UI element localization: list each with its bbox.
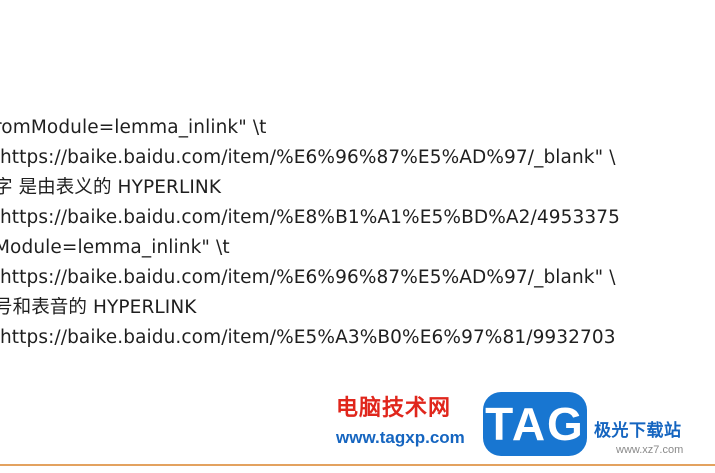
document-line: https://baike.baidu.com/item/%E6%96%87%E…	[0, 147, 616, 168]
bottom-divider	[0, 464, 715, 466]
document-line: https://baike.baidu.com/item/%E8%B1%A1%E…	[0, 207, 620, 228]
watermark-tag-badge: TAG	[483, 392, 587, 456]
document-line: romModule=lemma_inlink" \t	[0, 117, 267, 138]
document-line: https://baike.baidu.com/item/%E6%96%87%E…	[0, 267, 616, 288]
watermark-download-url: www.xz7.com	[616, 444, 684, 456]
watermark-site: 电脑技术网 www.tagxp.com	[336, 396, 465, 448]
watermark-download-name: 极光下载站	[594, 421, 682, 441]
document-line: 号和表音的 HYPERLINK	[0, 297, 197, 318]
watermark-download-site: 极光下载站 www.xz7.com	[594, 420, 683, 456]
watermark-site-name: 电脑技术网	[336, 396, 452, 421]
document-line: Module=lemma_inlink" \t	[0, 237, 230, 258]
document-line: https://baike.baidu.com/item/%E5%A3%B0%E…	[0, 327, 616, 348]
document-line: 字 是由表义的 HYPERLINK	[0, 177, 222, 198]
watermark-site-url: www.tagxp.com	[336, 428, 465, 447]
